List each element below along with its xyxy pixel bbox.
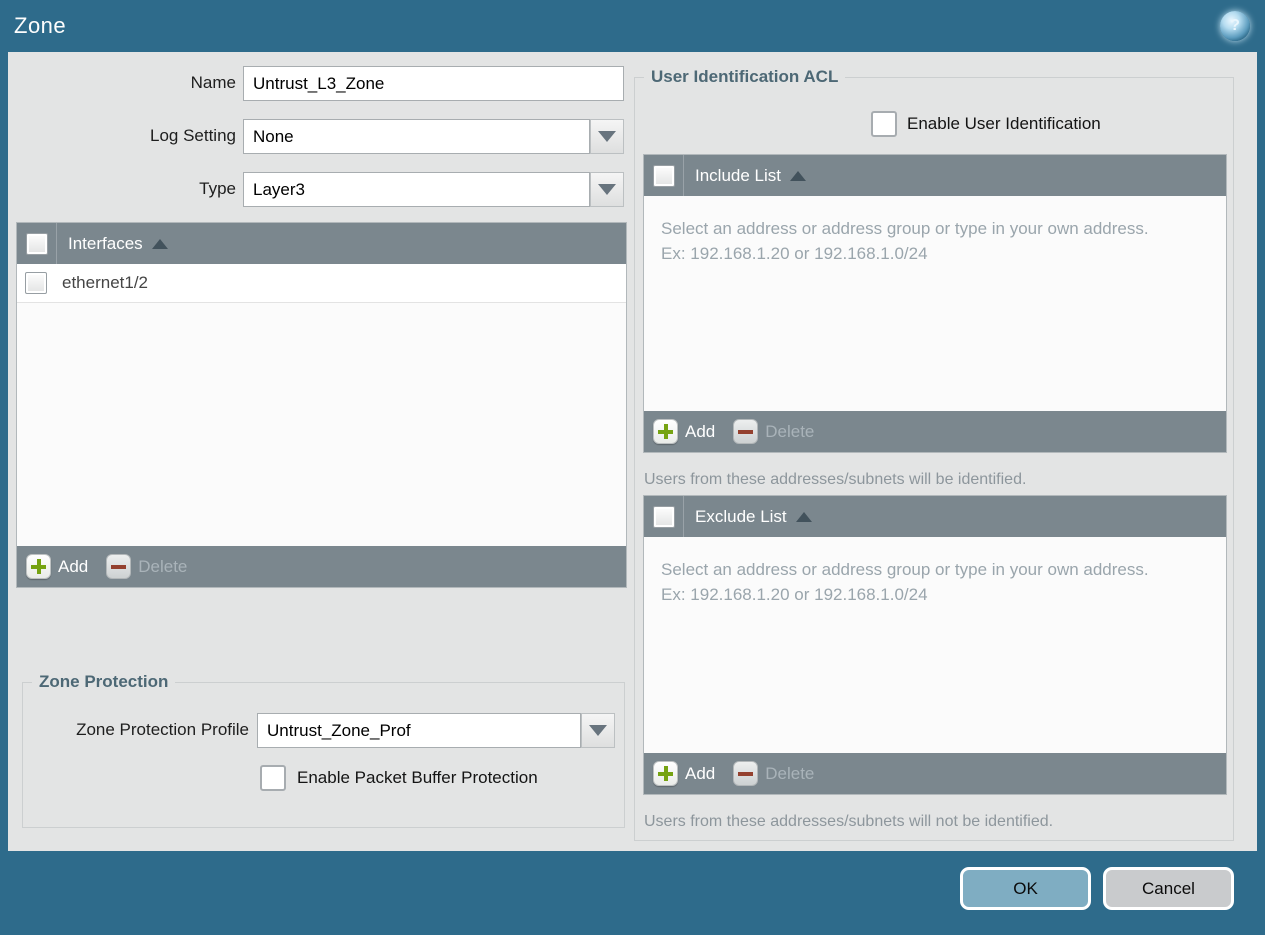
- include-list-body[interactable]: Select an address or address group or ty…: [644, 196, 1226, 411]
- dialog-body: Name Log Setting Type Interfa: [8, 52, 1257, 851]
- enable-packet-buffer-protection-label: Enable Packet Buffer Protection: [297, 768, 538, 787]
- sort-ascending-icon: [151, 238, 168, 249]
- sort-ascending-icon: [795, 511, 812, 522]
- interfaces-table-toolbar: Add Delete: [17, 546, 626, 587]
- add-button[interactable]: Add: [653, 761, 715, 786]
- interfaces-column-header[interactable]: Interfaces: [68, 234, 143, 254]
- table-row[interactable]: ethernet1/2: [17, 264, 626, 303]
- log-setting-dropdown-button[interactable]: [590, 119, 624, 154]
- interfaces-table: Interfaces ethernet1/2 Add Delete: [16, 222, 627, 588]
- enable-user-identification-checkbox[interactable]: [871, 111, 897, 137]
- user-identification-acl-legend: User Identification ACL: [644, 67, 846, 87]
- log-setting-label: Log Setting: [149, 126, 236, 145]
- exclude-list-header: Exclude List: [644, 496, 1226, 537]
- zone-protection-profile-row: Zone Protection Profile: [23, 713, 624, 749]
- interface-name: ethernet1/2: [62, 273, 149, 292]
- include-list-placeholder: Select an address or address group or ty…: [661, 219, 1149, 263]
- delete-icon: [733, 419, 759, 444]
- include-select-all-cell: [644, 155, 684, 196]
- add-icon: [653, 419, 678, 444]
- exclude-list-body[interactable]: Select an address or address group or ty…: [644, 537, 1226, 753]
- zone-protection-profile-input[interactable]: [257, 713, 581, 748]
- zone-protection-legend: Zone Protection: [32, 672, 176, 692]
- interfaces-table-body: ethernet1/2: [17, 264, 626, 546]
- include-list-toolbar: Add Delete: [644, 411, 1226, 452]
- include-list-header: Include List: [644, 155, 1226, 196]
- delete-icon: [106, 554, 132, 579]
- sort-ascending-icon: [790, 170, 806, 181]
- help-icon[interactable]: ?: [1220, 11, 1250, 41]
- delete-button[interactable]: Delete: [106, 554, 187, 579]
- chevron-down-icon: [598, 131, 616, 142]
- exclude-list-caption: Users from these addresses/subnets will …: [644, 813, 1054, 830]
- exclude-list-toolbar: Add Delete: [644, 753, 1226, 794]
- add-button[interactable]: Add: [26, 554, 88, 579]
- include-list-table: Include List Select an address or addres…: [643, 154, 1227, 453]
- add-icon: [653, 761, 678, 786]
- user-identification-acl-section: User Identification ACL Enable User Iden…: [634, 67, 1234, 841]
- ok-button[interactable]: OK: [960, 867, 1091, 910]
- name-label: Name: [190, 73, 236, 92]
- exclude-list-placeholder: Select an address or address group or ty…: [661, 560, 1149, 604]
- type-input[interactable]: [243, 172, 590, 207]
- enable-packet-buffer-protection-checkbox[interactable]: [260, 765, 286, 791]
- delete-label: Delete: [765, 763, 815, 783]
- add-icon: [26, 554, 51, 579]
- log-setting-input[interactable]: [243, 119, 590, 154]
- name-input[interactable]: [243, 66, 624, 101]
- delete-icon: [733, 761, 759, 786]
- interfaces-select-all-cell: [17, 223, 57, 264]
- exclude-select-all-checkbox[interactable]: [652, 505, 675, 528]
- chevron-down-icon: [589, 725, 607, 736]
- exclude-list-column-header[interactable]: Exclude List: [695, 507, 787, 527]
- delete-button[interactable]: Delete: [733, 761, 814, 786]
- zone-dialog-window: Zone ? Name Log Setting Type: [0, 0, 1265, 935]
- include-select-all-checkbox[interactable]: [652, 164, 675, 187]
- interfaces-table-header: Interfaces: [17, 223, 626, 264]
- page-title: Zone: [14, 13, 67, 38]
- add-label: Add: [685, 421, 716, 441]
- interfaces-select-all-checkbox[interactable]: [25, 232, 48, 255]
- dialog-titlebar: Zone ?: [0, 0, 1265, 52]
- include-list-caption: Users from these addresses/subnets will …: [644, 471, 1027, 488]
- packet-buffer-row: Enable Packet Buffer Protection: [260, 765, 538, 791]
- zone-protection-profile-dropdown-button[interactable]: [581, 713, 615, 748]
- exclude-list-table: Exclude List Select an address or addres…: [643, 495, 1227, 795]
- add-label: Add: [685, 763, 716, 783]
- delete-label: Delete: [765, 421, 815, 441]
- help-question-glyph: ?: [1230, 17, 1240, 34]
- enable-user-identification-row: Enable User Identification: [871, 111, 1101, 137]
- include-list-column-header[interactable]: Include List: [695, 166, 781, 186]
- exclude-select-all-cell: [644, 496, 684, 537]
- type-label: Type: [199, 179, 236, 198]
- type-dropdown-button[interactable]: [590, 172, 624, 207]
- cancel-button[interactable]: Cancel: [1103, 867, 1234, 910]
- delete-button[interactable]: Delete: [733, 419, 814, 444]
- delete-label: Delete: [138, 556, 188, 576]
- add-label: Add: [58, 556, 89, 576]
- add-button[interactable]: Add: [653, 419, 715, 444]
- zone-protection-section: Zone Protection Zone Protection Profile …: [22, 672, 625, 828]
- row-checkbox[interactable]: [25, 272, 47, 294]
- zone-protection-profile-label: Zone Protection Profile: [76, 720, 249, 739]
- enable-user-identification-label: Enable User Identification: [907, 114, 1101, 133]
- chevron-down-icon: [598, 184, 616, 195]
